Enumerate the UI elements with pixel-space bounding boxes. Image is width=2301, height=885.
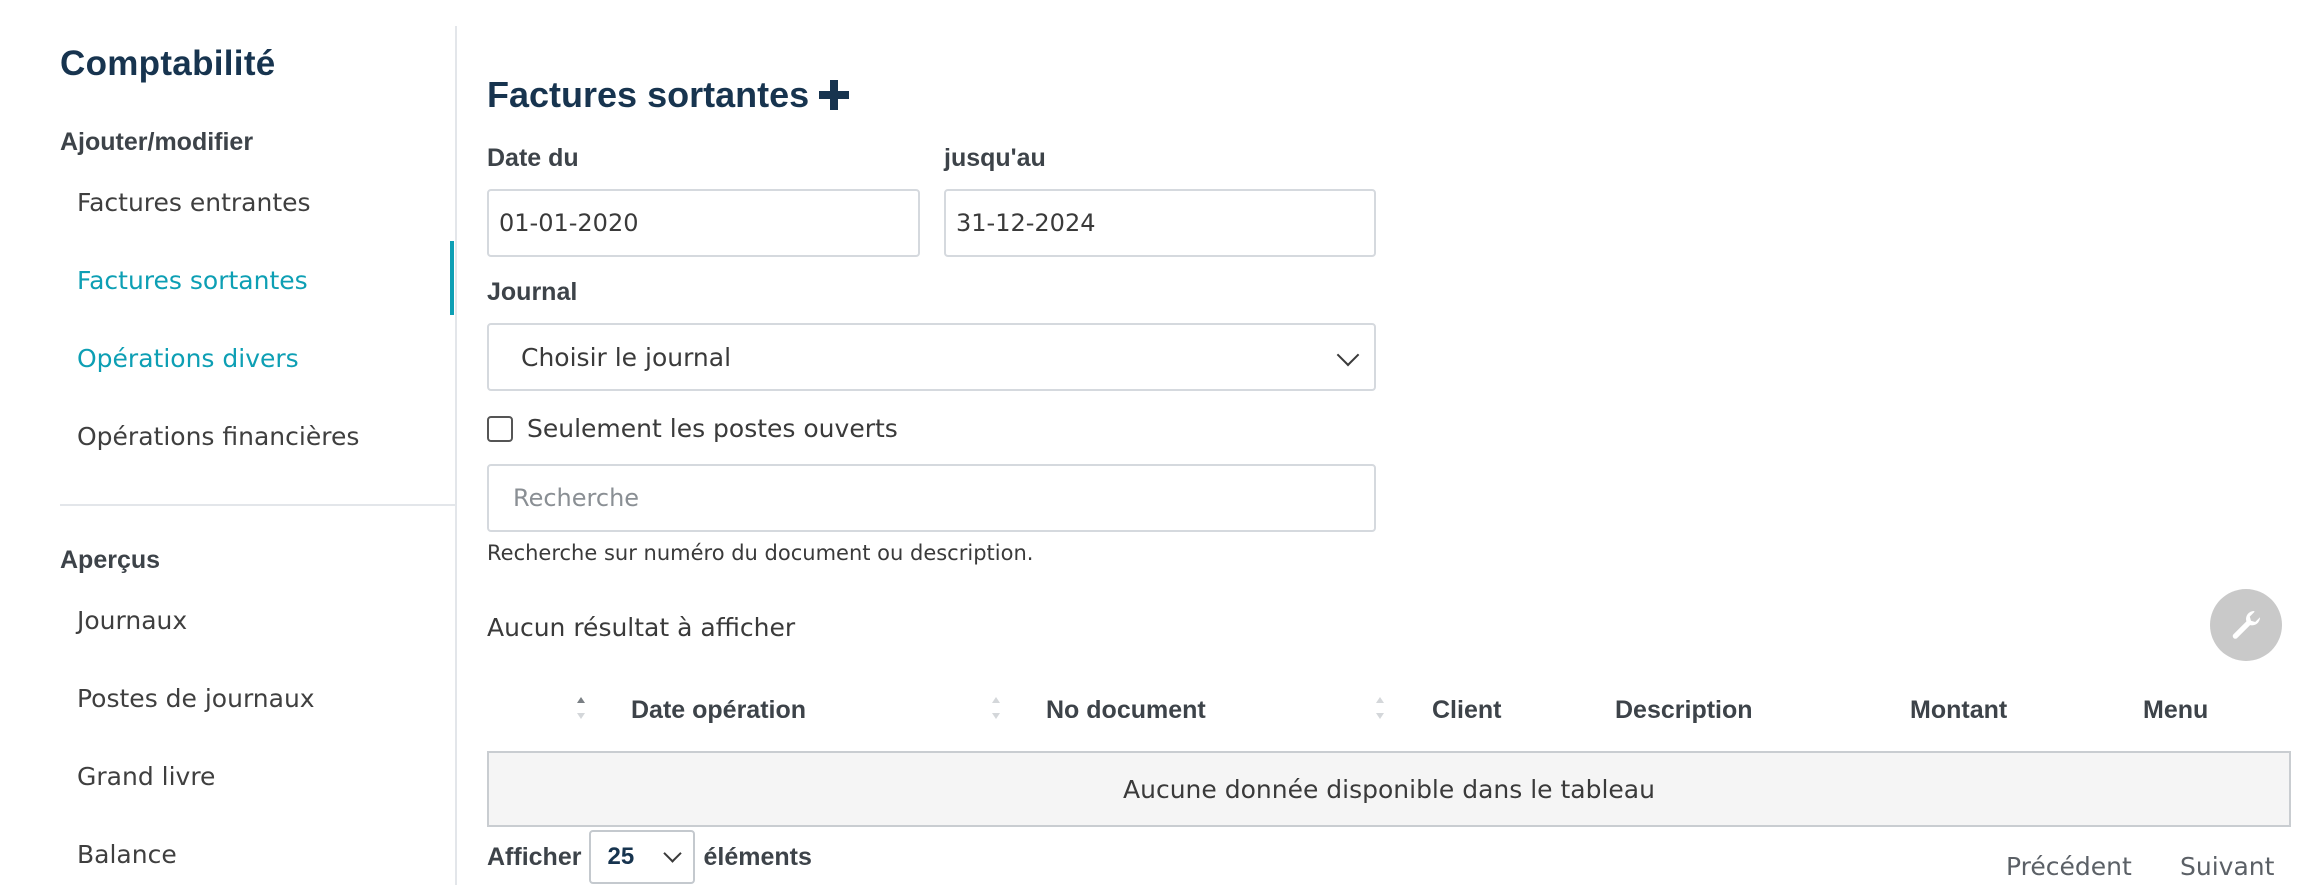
date-to-input[interactable] xyxy=(944,189,1376,257)
next-page-button[interactable]: Suivant xyxy=(2180,852,2274,881)
length-prefix-label: Afficher xyxy=(487,842,582,871)
sidebar-item-journal-entries[interactable]: Postes de journaux xyxy=(60,662,456,734)
section-label-overviews: Aperçus xyxy=(60,546,161,574)
previous-page-button[interactable]: Précédent xyxy=(2006,852,2132,881)
sort-icon[interactable] xyxy=(1374,695,1386,725)
sidebar-item-misc-operations[interactable]: Opérations divers xyxy=(60,322,456,394)
column-header-document-number[interactable]: No document xyxy=(1046,696,1206,725)
column-header-date-operation[interactable]: Date opération xyxy=(631,696,806,725)
journal-label: Journal xyxy=(487,278,578,306)
column-header-menu: Menu xyxy=(2143,696,2209,724)
sort-icon[interactable] xyxy=(575,695,587,725)
sidebar-item-balance[interactable]: Balance xyxy=(60,818,456,885)
page-title-row: Factures sortantes xyxy=(487,74,850,116)
sort-icon[interactable] xyxy=(990,695,1002,725)
page-length-control: Afficher 25 éléments xyxy=(487,830,812,884)
chevron-down-icon xyxy=(1336,343,1360,367)
table-empty-row: Aucune donnée disponible dans le tableau xyxy=(487,751,2291,827)
open-items-label[interactable]: Seulement les postes ouverts xyxy=(527,414,898,443)
date-from-label: Date du xyxy=(487,144,579,172)
open-items-filter: Seulement les postes ouverts xyxy=(487,414,898,443)
settings-button[interactable] xyxy=(2210,589,2282,661)
sidebar-title: Comptabilité xyxy=(60,44,276,83)
search-help-text: Recherche sur numéro du document ou desc… xyxy=(487,541,1034,565)
section-label-add-edit: Ajouter/modifier xyxy=(60,128,254,156)
sidebar-item-incoming-invoices[interactable]: Factures entrantes xyxy=(60,166,456,238)
page-length-value: 25 xyxy=(607,843,635,870)
sidebar-item-outgoing-invoices[interactable]: Factures sortantes xyxy=(60,244,456,316)
column-header-description[interactable]: Description xyxy=(1615,696,1753,725)
column-header-client[interactable]: Client xyxy=(1432,696,1501,725)
date-to-label: jusqu'au xyxy=(944,144,1046,172)
sidebar: Comptabilité Ajouter/modifier Factures e… xyxy=(0,0,456,885)
sidebar-item-financial-operations[interactable]: Opérations financières xyxy=(60,400,456,472)
plus-icon[interactable] xyxy=(819,80,850,110)
no-results-message: Aucun résultat à afficher xyxy=(487,613,796,642)
column-header-amount[interactable]: Montant xyxy=(1910,696,2007,725)
table-empty-text: Aucune donnée disponible dans le tableau xyxy=(1123,774,1655,804)
sidebar-divider xyxy=(60,504,456,506)
length-suffix-label: éléments xyxy=(703,842,812,871)
sidebar-item-journals[interactable]: Journaux xyxy=(60,584,456,656)
active-indicator xyxy=(450,241,454,315)
sidebar-border xyxy=(455,26,457,885)
page-title: Factures sortantes xyxy=(487,74,810,115)
journal-select[interactable]: Choisir le journal xyxy=(487,323,1376,391)
page-length-select[interactable]: 25 xyxy=(589,830,696,884)
sidebar-item-general-ledger[interactable]: Grand livre xyxy=(60,740,456,812)
search-input[interactable] xyxy=(487,464,1376,532)
wrench-icon xyxy=(2232,611,2261,639)
chevron-down-icon xyxy=(663,844,683,863)
journal-select-value: Choisir le journal xyxy=(521,342,732,372)
date-from-input[interactable] xyxy=(487,189,920,257)
open-items-checkbox[interactable] xyxy=(487,415,513,442)
